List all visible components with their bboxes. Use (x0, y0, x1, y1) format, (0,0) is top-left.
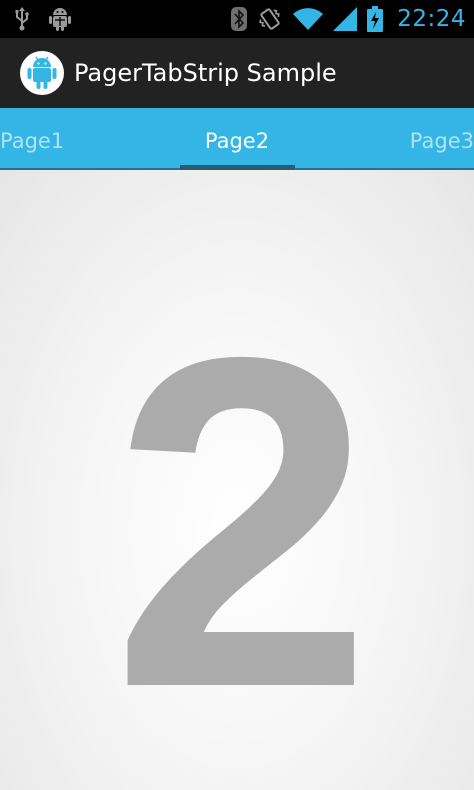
pager-page[interactable]: 2 (0, 170, 474, 790)
tab-page2[interactable]: Page2 (0, 108, 474, 170)
status-bar-left (14, 6, 72, 32)
status-bar-right: 22:24 (231, 4, 466, 34)
bluetooth-icon (231, 7, 248, 31)
app-title: PagerTabStrip Sample (74, 59, 337, 87)
action-bar: PagerTabStrip Sample (0, 38, 474, 108)
status-bar: 22:24 (0, 0, 474, 38)
pager-tab-strip: Page2 Page1 Page3 (0, 108, 474, 170)
tab-page1[interactable]: Page1 (0, 108, 64, 170)
usb-icon (14, 7, 30, 31)
signal-icon (333, 7, 358, 31)
vibrate-icon (257, 6, 283, 32)
page-number: 2 (111, 260, 372, 785)
tab-page3[interactable]: Page3 (410, 108, 474, 170)
battery-charging-icon (367, 6, 384, 32)
android-launcher-icon[interactable] (20, 51, 64, 95)
wifi-icon (293, 7, 324, 31)
android-debug-icon (48, 6, 72, 32)
status-time: 22:24 (397, 6, 466, 32)
